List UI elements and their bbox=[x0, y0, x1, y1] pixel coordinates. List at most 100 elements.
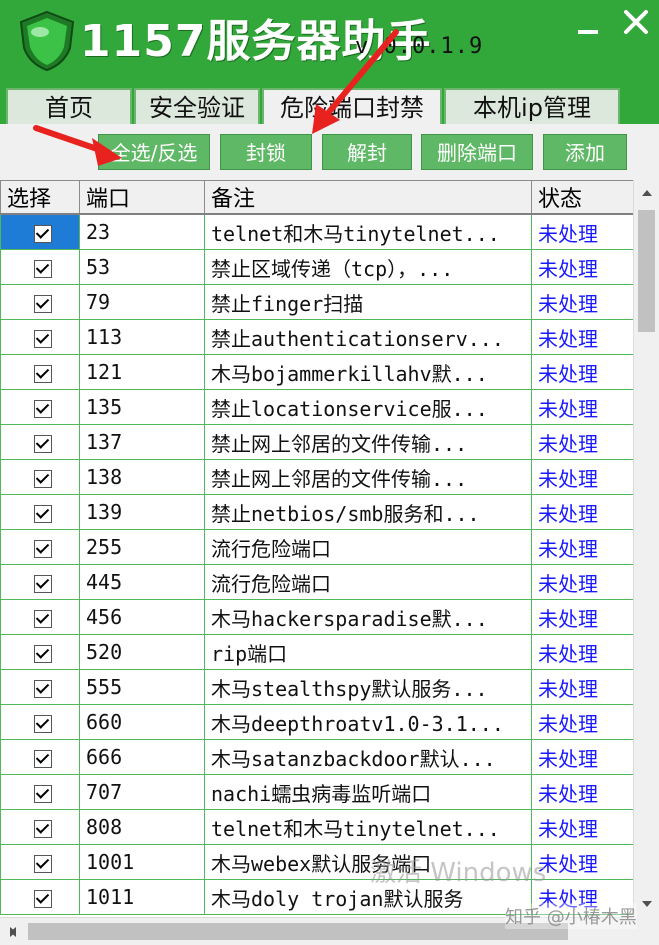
row-checkbox[interactable] bbox=[34, 854, 52, 873]
row-checkbox[interactable] bbox=[34, 644, 52, 663]
select-cell[interactable] bbox=[0, 599, 80, 635]
select-cell[interactable] bbox=[0, 213, 80, 250]
scroll-down-icon[interactable] bbox=[634, 891, 659, 917]
vertical-scroll-thumb[interactable] bbox=[638, 210, 655, 332]
vertical-scrollbar[interactable] bbox=[633, 180, 659, 917]
select-cell[interactable] bbox=[0, 809, 80, 845]
horizontal-scrollbar[interactable] bbox=[0, 917, 633, 945]
tab-security-verify[interactable]: 安全验证 bbox=[134, 88, 260, 124]
select-cell[interactable] bbox=[0, 634, 80, 670]
unblock-button[interactable]: 解封 bbox=[322, 134, 412, 170]
column-header-status[interactable]: 状态 bbox=[531, 180, 633, 215]
column-header-note[interactable]: 备注 bbox=[204, 180, 532, 215]
add-button[interactable]: 添加 bbox=[543, 134, 627, 170]
select-cell[interactable] bbox=[0, 739, 80, 775]
select-cell[interactable] bbox=[0, 704, 80, 740]
row-checkbox[interactable] bbox=[34, 819, 52, 838]
table-row[interactable]: 520 rip端口 未处理 bbox=[0, 634, 633, 670]
select-cell[interactable] bbox=[0, 879, 80, 915]
select-cell[interactable] bbox=[0, 774, 80, 810]
delete-port-button[interactable]: 删除端口 bbox=[421, 134, 533, 170]
status-cell: 未处理 bbox=[531, 424, 633, 460]
port-cell: 23 bbox=[79, 213, 205, 250]
port-cell: 79 bbox=[79, 284, 205, 320]
select-cell[interactable] bbox=[0, 459, 80, 495]
table-row[interactable]: 138 禁止网上邻居的文件传输... 未处理 bbox=[0, 459, 633, 495]
select-cell[interactable] bbox=[0, 529, 80, 565]
tab-home[interactable]: 首页 bbox=[6, 88, 132, 124]
select-cell[interactable] bbox=[0, 389, 80, 425]
row-checkbox[interactable] bbox=[34, 259, 52, 278]
table-row[interactable]: 139 禁止netbios/smb服务和... 未处理 bbox=[0, 494, 633, 530]
row-checkbox[interactable] bbox=[34, 679, 52, 698]
table-row[interactable]: 1001 木马webex默认服务端口 未处理 bbox=[0, 844, 633, 880]
table-row[interactable]: 135 禁止locationservice服... 未处理 bbox=[0, 389, 633, 425]
row-checkbox[interactable] bbox=[34, 574, 52, 593]
select-cell[interactable] bbox=[0, 354, 80, 390]
table-row[interactable]: 808 telnet和木马tinytelnet... 未处理 bbox=[0, 809, 633, 845]
status-cell: 未处理 bbox=[531, 389, 633, 425]
table-row[interactable]: 137 禁止网上邻居的文件传输... 未处理 bbox=[0, 424, 633, 460]
row-checkbox[interactable] bbox=[34, 714, 52, 733]
status-cell: 未处理 bbox=[531, 319, 633, 355]
select-cell[interactable] bbox=[0, 319, 80, 355]
select-cell[interactable] bbox=[0, 249, 80, 285]
row-checkbox[interactable] bbox=[34, 609, 52, 628]
status-cell: 未处理 bbox=[531, 739, 633, 775]
note-cell: 木马deepthroatv1.0-3.1... bbox=[204, 704, 532, 740]
table-row[interactable]: 23 telnet和木马tinytelnet... 未处理 bbox=[0, 213, 633, 250]
select-cell[interactable] bbox=[0, 494, 80, 530]
table-row[interactable]: 53 禁止区域传递（tcp），... 未处理 bbox=[0, 249, 633, 285]
tab-local-ip[interactable]: 本机ip管理 bbox=[444, 88, 620, 124]
row-checkbox[interactable] bbox=[34, 329, 52, 348]
scroll-right-icon[interactable] bbox=[0, 919, 25, 945]
column-header-port[interactable]: 端口 bbox=[79, 180, 205, 215]
port-cell: 808 bbox=[79, 809, 205, 845]
row-checkbox[interactable] bbox=[34, 294, 52, 313]
select-cell[interactable] bbox=[0, 284, 80, 320]
note-cell: 木马hackersparadise默... bbox=[204, 599, 532, 635]
note-cell: 禁止netbios/smb服务和... bbox=[204, 494, 532, 530]
close-icon[interactable] bbox=[618, 4, 654, 40]
port-cell: 138 bbox=[79, 459, 205, 495]
row-checkbox[interactable] bbox=[34, 224, 52, 243]
table-row[interactable]: 113 禁止authenticationserv... 未处理 bbox=[0, 319, 633, 355]
horizontal-scroll-thumb[interactable] bbox=[28, 923, 568, 940]
scroll-up-icon[interactable] bbox=[634, 180, 659, 206]
table-row[interactable]: 79 禁止finger扫描 未处理 bbox=[0, 284, 633, 320]
row-checkbox[interactable] bbox=[34, 504, 52, 523]
row-checkbox[interactable] bbox=[34, 784, 52, 803]
status-cell: 未处理 bbox=[531, 249, 633, 285]
row-checkbox[interactable] bbox=[34, 749, 52, 768]
select-cell[interactable] bbox=[0, 669, 80, 705]
row-checkbox[interactable] bbox=[34, 399, 52, 418]
row-checkbox[interactable] bbox=[34, 364, 52, 383]
block-button[interactable]: 封锁 bbox=[220, 134, 312, 170]
column-header-select[interactable]: 选择 bbox=[0, 180, 80, 215]
status-cell: 未处理 bbox=[531, 809, 633, 845]
select-cell[interactable] bbox=[0, 844, 80, 880]
table-row[interactable]: 121 木马bojammerkillahv默... 未处理 bbox=[0, 354, 633, 390]
note-cell: nachi蠕虫病毒监听端口 bbox=[204, 774, 532, 810]
row-checkbox[interactable] bbox=[34, 539, 52, 558]
table-row[interactable]: 255 流行危险端口 未处理 bbox=[0, 529, 633, 565]
select-all-button[interactable]: 全选/反选 bbox=[98, 134, 210, 170]
row-checkbox[interactable] bbox=[34, 889, 52, 908]
note-cell: 木马bojammerkillahv默... bbox=[204, 354, 532, 390]
note-cell: 禁止finger扫描 bbox=[204, 284, 532, 320]
row-checkbox[interactable] bbox=[34, 434, 52, 453]
table-row[interactable]: 660 木马deepthroatv1.0-3.1... 未处理 bbox=[0, 704, 633, 740]
table-row[interactable]: 707 nachi蠕虫病毒监听端口 未处理 bbox=[0, 774, 633, 810]
minimize-icon[interactable] bbox=[576, 20, 600, 44]
table-row[interactable]: 456 木马hackersparadise默... 未处理 bbox=[0, 599, 633, 635]
table-row[interactable]: 666 木马satanzbackdoor默认... 未处理 bbox=[0, 739, 633, 775]
select-cell[interactable] bbox=[0, 564, 80, 600]
tab-dangerous-ports[interactable]: 危险端口封禁 bbox=[262, 88, 442, 124]
table-row[interactable]: 445 流行危险端口 未处理 bbox=[0, 564, 633, 600]
port-cell: 666 bbox=[79, 739, 205, 775]
port-cell: 456 bbox=[79, 599, 205, 635]
select-cell[interactable] bbox=[0, 424, 80, 460]
table-row[interactable]: 555 木马stealthspy默认服务... 未处理 bbox=[0, 669, 633, 705]
row-checkbox[interactable] bbox=[34, 469, 52, 488]
table-row[interactable]: 1011 木马doly trojan默认服务 未处理 bbox=[0, 879, 633, 915]
